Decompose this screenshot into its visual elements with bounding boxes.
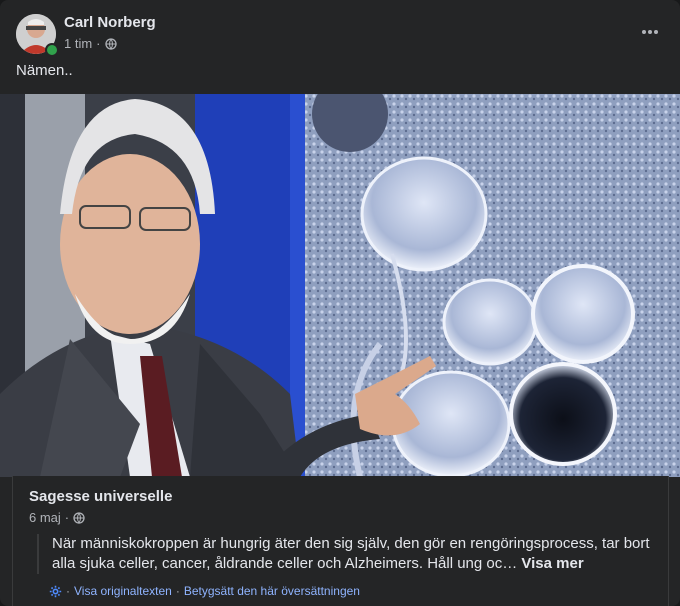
translation-row: · Visa originaltexten · Betygsätt den hä… — [49, 584, 360, 598]
globe-icon[interactable] — [104, 37, 117, 50]
shared-date[interactable]: 6 maj — [29, 510, 61, 525]
online-status-dot — [45, 43, 59, 57]
post-meta: 1 tim · — [64, 36, 117, 51]
gear-icon — [49, 585, 62, 597]
meta-separator: · — [96, 36, 101, 51]
more-options-button[interactable] — [634, 20, 666, 44]
author-name[interactable]: Carl Norberg — [64, 14, 156, 31]
shared-meta-separator: · — [64, 510, 70, 525]
more-dots-icon — [642, 30, 658, 34]
shared-post: Sagesse universelle 6 maj · När människo… — [12, 476, 669, 606]
post-text: Nämen.. — [16, 62, 73, 79]
shared-source-name[interactable]: Sagesse universelle — [29, 488, 172, 505]
post-time[interactable]: 1 tim — [64, 36, 92, 51]
shared-meta: 6 maj · — [29, 510, 85, 525]
rate-translation-link[interactable]: Betygsätt den här översättningen — [184, 584, 360, 598]
shared-post-text: När människokroppen är hungrig äter den … — [37, 534, 667, 574]
translate-separator: · — [175, 584, 180, 598]
post-image[interactable] — [0, 94, 680, 477]
translate-dot: · — [66, 584, 70, 598]
post-header: Carl Norberg 1 tim · — [16, 14, 666, 57]
post-photo — [0, 94, 680, 477]
view-original-link[interactable]: Visa originaltexten — [74, 584, 172, 598]
post-card: Carl Norberg 1 tim · Nämen.. Sagesse uni… — [0, 0, 680, 606]
see-more-link[interactable]: Visa mer — [521, 555, 583, 572]
globe-icon[interactable] — [73, 511, 85, 524]
